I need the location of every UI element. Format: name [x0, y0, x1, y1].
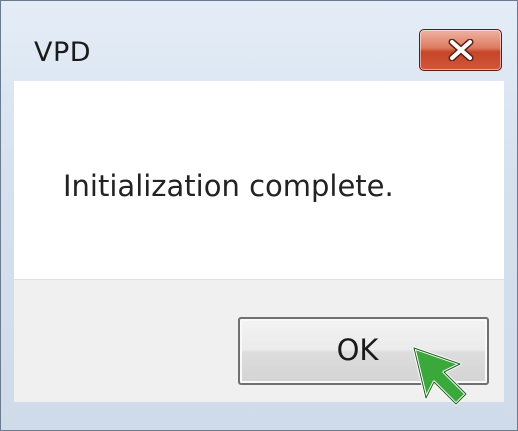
message-area: Initialization complete.	[14, 81, 504, 279]
dialog-message: Initialization complete.	[63, 169, 394, 203]
window-title: VPD	[34, 37, 92, 68]
dialog-window: VPD Initialization complete. OK	[0, 0, 518, 431]
window-bottom-border	[1, 401, 517, 430]
ok-button[interactable]: OK	[238, 317, 489, 385]
title-bar[interactable]: VPD	[1, 1, 517, 81]
close-icon	[446, 39, 476, 61]
button-bar: OK	[14, 279, 504, 402]
close-button[interactable]	[419, 29, 502, 71]
ok-button-label: OK	[336, 333, 379, 367]
